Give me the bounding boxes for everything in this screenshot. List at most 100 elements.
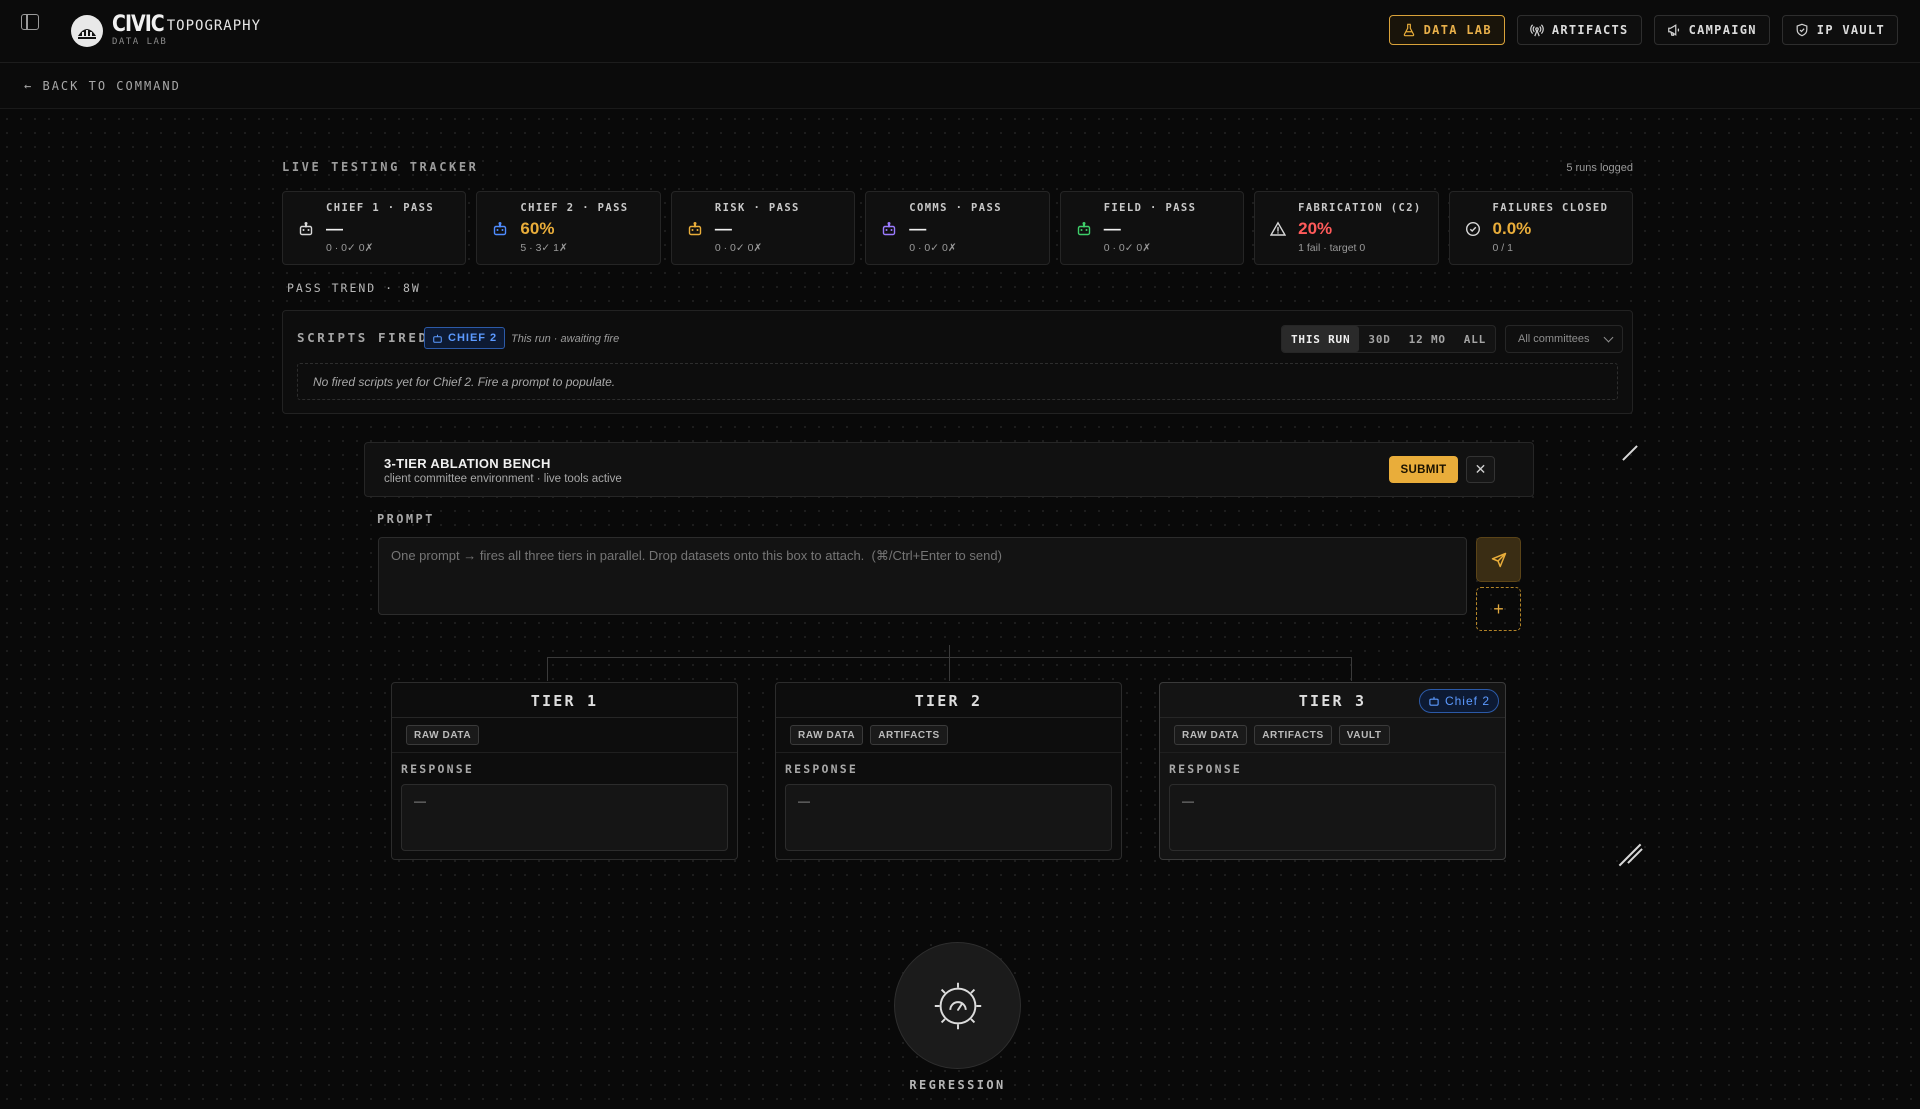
bot-icon [688, 222, 702, 236]
back-to-command-link[interactable]: ← BACK TO COMMAND [24, 79, 181, 93]
chief-badge-label: CHIEF 2 [448, 332, 498, 344]
bot-icon [299, 222, 313, 236]
card-value: — [326, 219, 343, 238]
range-tabs: THIS RUN 30D 12 MO ALL [1281, 325, 1497, 353]
card-title: FABRICATION (C2) [1298, 202, 1422, 214]
back-link-label: BACK TO COMMAND [42, 79, 181, 93]
send-button[interactable] [1476, 537, 1521, 582]
scripts-title: SCRIPTS FIRED [297, 330, 429, 345]
stat-card-chief-1[interactable]: CHIEF 1 · PASS — 0 · 0✓ 0✗ [282, 191, 467, 265]
sidebar-toggle-icon[interactable] [21, 14, 39, 30]
stat-card-chief-2[interactable]: CHIEF 2 · PASS 60% 5 · 3✓ 1✗ [476, 191, 661, 265]
regression-label: REGRESSION [909, 1078, 1006, 1092]
tier-chief-badge[interactable]: Chief 2 [1418, 689, 1499, 713]
stat-card-field[interactable]: FIELD · PASS — 0 · 0✓ 0✗ [1059, 191, 1245, 265]
stat-card-risk[interactable]: RISK · PASS — 0 · 0✓ 0✗ [670, 191, 856, 265]
connector-line [949, 645, 950, 681]
logo-icon [71, 15, 103, 47]
card-title: FAILURES CLOSED [1492, 202, 1609, 214]
response-box[interactable]: — [401, 784, 728, 851]
response-box[interactable]: — [785, 784, 1112, 851]
card-value: 20% [1298, 219, 1333, 238]
committee-select[interactable]: All committees [1505, 325, 1623, 353]
card-sub: 0 · 0✓ 0✗ [1103, 242, 1152, 254]
card-sub: 0 · 0✓ 0✗ [714, 242, 763, 254]
scripts-status: This run · awaiting fire [511, 333, 620, 345]
send-icon [1491, 552, 1506, 567]
top-nav: DATA LAB ARTIFACTS CAMPAIGN IP VAULT [1388, 15, 1898, 45]
tier-card-1: TIER 1 RAW DATA RESPONSE — [391, 682, 738, 860]
tier-tags: RAW DATA ARTIFACTS [776, 718, 1121, 753]
tracker-title: LIVE TESTING TRACKER [282, 160, 479, 174]
prompt-label: PROMPT [377, 512, 435, 526]
prompt-input[interactable] [378, 537, 1467, 615]
nav-campaign[interactable]: CAMPAIGN [1653, 15, 1770, 45]
committee-select-value: All committees [1518, 333, 1590, 345]
card-value: — [714, 219, 732, 238]
tier-tags: RAW DATA [392, 718, 737, 753]
range-tab-this-run[interactable]: THIS RUN [1282, 326, 1360, 352]
scripts-fired-panel: SCRIPTS FIRED CHIEF 2 This run · awaitin… [282, 310, 1633, 414]
back-row: ← BACK TO COMMAND [0, 63, 1920, 109]
tier-card-2: TIER 2 RAW DATA ARTIFACTS RESPONSE — [775, 682, 1122, 860]
broadcast-icon [1530, 24, 1544, 37]
tag: RAW DATA [1174, 725, 1248, 745]
resize-handle-icon[interactable] [1618, 843, 1642, 867]
nav-label: DATA LAB [1423, 23, 1492, 37]
regression-button[interactable] [894, 942, 1021, 1069]
tag: ARTIFACTS [1254, 725, 1332, 745]
range-tab-30d[interactable]: 30D [1359, 326, 1399, 352]
card-sub: 1 fail · target 0 [1298, 242, 1366, 254]
pass-trend-label: PASS TREND · 8W [287, 281, 421, 295]
tier-name: TIER 1 [530, 692, 599, 710]
submit-button[interactable]: SUBMIT [1389, 456, 1458, 483]
megaphone-icon [1667, 24, 1679, 36]
tag: RAW DATA [790, 725, 864, 745]
response-label: RESPONSE [785, 762, 858, 776]
ablation-bench-header: 3-TIER ABLATION BENCH client committee e… [364, 442, 1534, 497]
response-label: RESPONSE [401, 762, 474, 776]
card-title: CHIEF 2 · PASS [520, 202, 629, 214]
tracker-cards: CHIEF 1 · PASS — 0 · 0✓ 0✗ CHIEF 2 · PAS… [282, 191, 1633, 265]
top-bar: CIVIC TOPOGRAPHY DATA LAB DATA LAB ARTIFA… [0, 0, 1920, 63]
card-sub: 0 / 1 [1492, 242, 1513, 254]
bench-subtitle: client committee environment · live tool… [384, 473, 622, 485]
tier-name: TIER 2 [914, 692, 983, 710]
connector-line [547, 657, 548, 681]
nav-label: IP VAULT [1816, 23, 1885, 37]
card-value: — [909, 219, 927, 238]
nav-label: ARTIFACTS [1551, 23, 1629, 37]
stat-card-failures-closed[interactable]: FAILURES CLOSED 0.0% 0 / 1 [1448, 191, 1633, 265]
tier-card-3: TIER 3 Chief 2 RAW DATA ARTIFACTS VAULT … [1159, 682, 1506, 860]
response-box[interactable]: — [1169, 784, 1496, 851]
arrow-left-icon: ← [24, 79, 34, 93]
attach-dataset-button[interactable]: + [1476, 587, 1521, 631]
range-tab-12mo[interactable]: 12 MO [1400, 326, 1455, 352]
nav-data-lab[interactable]: DATA LAB [1388, 15, 1505, 45]
stat-card-comms[interactable]: COMMS · PASS — 0 · 0✓ 0✗ [865, 191, 1050, 265]
card-value: 60% [520, 219, 555, 238]
tier-header: TIER 3 Chief 2 [1160, 683, 1505, 718]
nav-ip-vault[interactable]: IP VAULT [1781, 15, 1898, 45]
range-tab-all[interactable]: ALL [1455, 326, 1495, 352]
card-sub: 5 · 3✓ 1✗ [520, 242, 568, 254]
check-circle-icon [1465, 221, 1480, 237]
nav-artifacts[interactable]: ARTIFACTS [1516, 15, 1642, 45]
chief-badge[interactable]: CHIEF 2 [424, 327, 506, 349]
brand-bold: CIVIC [112, 11, 165, 37]
chevron-down-icon [1603, 332, 1614, 343]
bot-icon [883, 222, 896, 236]
resize-handle-icon[interactable] [1622, 445, 1638, 461]
close-icon[interactable]: ✕ [1466, 456, 1495, 483]
stat-card-fabrication[interactable]: FABRICATION (C2) 20% 1 fail · target 0 [1254, 191, 1439, 265]
card-sub: 0 · 0✓ 0✗ [326, 242, 374, 254]
bot-icon [1077, 222, 1090, 236]
bot-icon [1429, 696, 1439, 706]
card-title: RISK · PASS [714, 202, 800, 214]
response-label: RESPONSE [1169, 762, 1242, 776]
connector-line [547, 657, 1352, 658]
card-title: FIELD · PASS [1103, 202, 1197, 214]
runs-logged: 5 runs logged [1566, 162, 1633, 174]
warning-icon [1270, 221, 1287, 236]
bot-icon [494, 222, 507, 236]
